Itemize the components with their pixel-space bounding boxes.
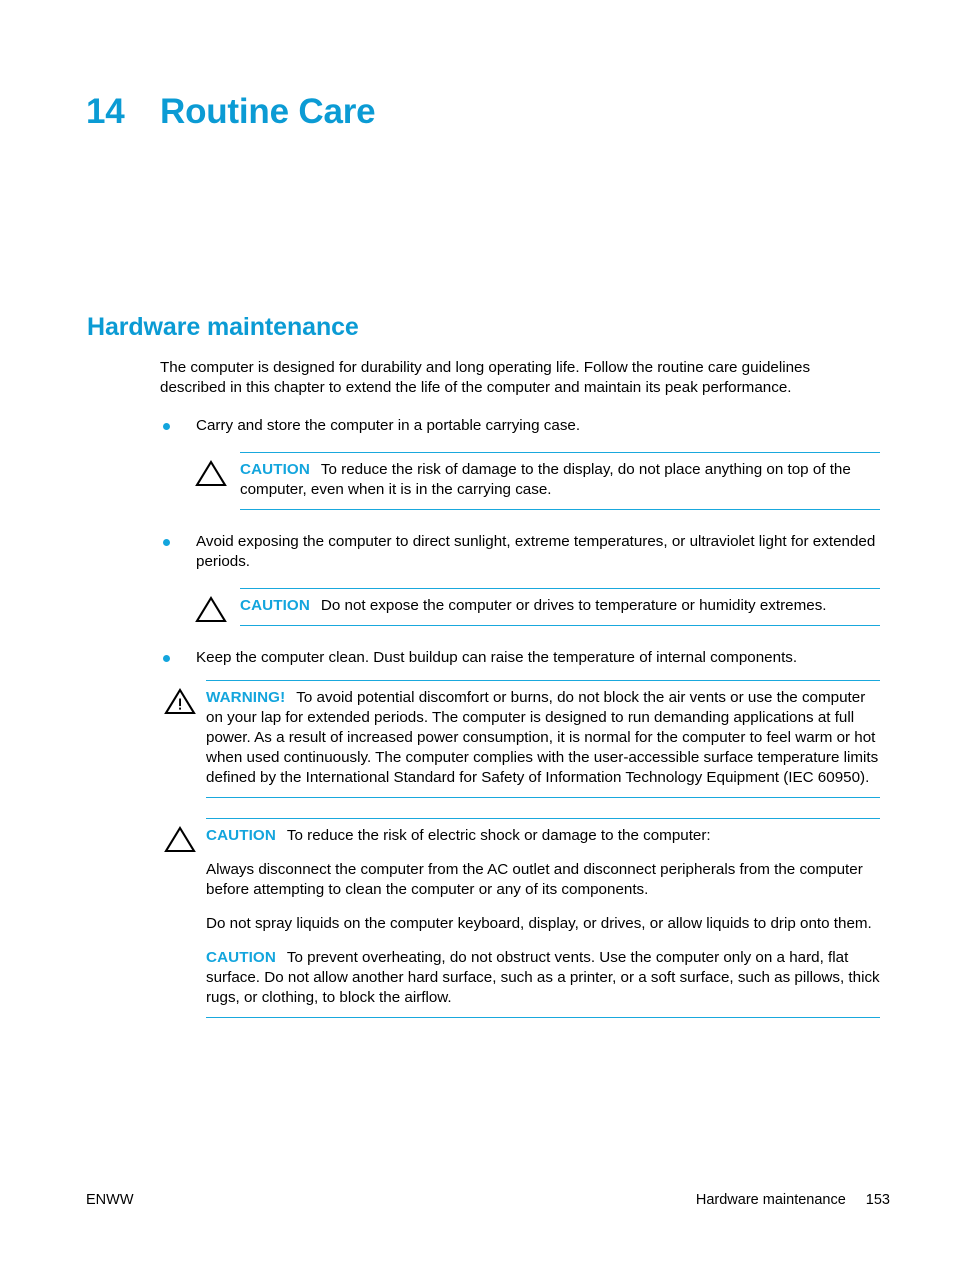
list-item-text: Avoid exposing the computer to direct su… bbox=[196, 533, 876, 570]
warning-body: To avoid potential discomfort or burns, … bbox=[206, 689, 879, 786]
caution-lead: To reduce the risk of electric shock or … bbox=[286, 827, 711, 844]
caution-body: Do not expose the computer or drives to … bbox=[320, 597, 827, 614]
caution-text-3: CAUTION To reduce the risk of electric sh… bbox=[206, 826, 880, 1008]
page-footer: ENWW Hardware maintenance 153 bbox=[86, 1192, 890, 1208]
document-page: 14 Routine Care Hardware maintenance The … bbox=[0, 0, 954, 1270]
page-content: The computer is designed for durability … bbox=[160, 358, 890, 1018]
caution-label: CAUTION bbox=[240, 597, 310, 614]
chapter-number: 14 bbox=[86, 92, 125, 131]
intro-paragraph: The computer is designed for durability … bbox=[160, 359, 811, 396]
caution-paragraph-1: Always disconnect the computer from the … bbox=[206, 861, 863, 898]
caution-body: To reduce the risk of damage to the disp… bbox=[240, 461, 851, 498]
footer-page-number: 153 bbox=[865, 1192, 890, 1208]
admonition-bottom-rule bbox=[206, 1017, 880, 1018]
list-item: Avoid exposing the computer to direct su… bbox=[160, 532, 890, 572]
bullet-dot-icon bbox=[163, 423, 170, 430]
admonition-bottom-rule bbox=[240, 625, 880, 626]
bullet-dot-icon bbox=[163, 655, 170, 662]
footer-left-label: ENWW bbox=[86, 1192, 134, 1208]
caution-label: CAUTION bbox=[240, 461, 310, 478]
bullet-dot-icon bbox=[163, 539, 170, 546]
caution-paragraph-3: To prevent overheating, do not obstruct … bbox=[206, 949, 880, 1006]
admonition-bottom-rule bbox=[240, 509, 880, 510]
list-item: Keep the computer clean. Dust buildup ca… bbox=[160, 648, 890, 668]
caution-triangle-icon bbox=[163, 824, 197, 854]
caution-block-2: CAUTION Do not expose the computer or dri… bbox=[195, 588, 880, 626]
footer-right: Hardware maintenance 153 bbox=[696, 1192, 890, 1208]
caution-triangle-icon bbox=[194, 594, 228, 624]
caution-paragraph-2: Do not spray liquids on the computer key… bbox=[206, 915, 872, 932]
caution-label: CAUTION bbox=[206, 827, 276, 844]
chapter-title: 14 Routine Care bbox=[86, 92, 376, 132]
caution-triangle-icon bbox=[194, 458, 228, 488]
footer-section-label: Hardware maintenance bbox=[695, 1192, 846, 1208]
section-heading: Hardware maintenance bbox=[87, 313, 359, 341]
warning-label: WARNING! bbox=[206, 689, 286, 706]
caution-inline-label: CAUTION bbox=[206, 949, 276, 966]
caution-block-3: CAUTION To reduce the risk of electric sh… bbox=[164, 818, 880, 1018]
list-item-text: Keep the computer clean. Dust buildup ca… bbox=[196, 649, 798, 666]
caution-text-1: CAUTION To reduce the risk of damage to t… bbox=[240, 460, 880, 500]
admonition-bottom-rule bbox=[206, 797, 880, 798]
list-item-text: Carry and store the computer in a portab… bbox=[196, 417, 581, 434]
warning-triangle-exclamation-icon bbox=[163, 686, 197, 716]
list-item: Carry and store the computer in a portab… bbox=[160, 416, 890, 436]
chapter-title-text: Routine Care bbox=[160, 92, 376, 131]
caution-block-1: CAUTION To reduce the risk of damage to t… bbox=[195, 452, 880, 510]
warning-block: WARNING! To avoid potential discomfort or… bbox=[164, 680, 880, 798]
warning-text: WARNING! To avoid potential discomfort or… bbox=[206, 688, 880, 788]
caution-text-2: CAUTION Do not expose the computer or dri… bbox=[240, 596, 880, 616]
